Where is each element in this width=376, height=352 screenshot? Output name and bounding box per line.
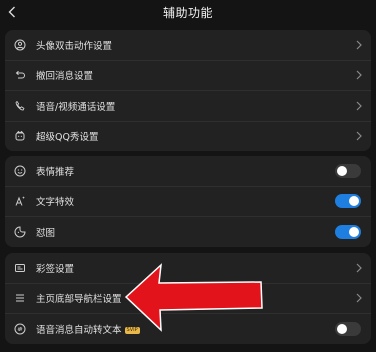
row-super-qq-show[interactable]: 超级QQ秀设置: [5, 120, 371, 152]
row-label: 语音消息自动转文本 SVIP: [36, 324, 140, 336]
row-color-tag[interactable]: 彩签设置: [5, 253, 371, 283]
chevron-right-icon: [356, 40, 362, 50]
text-effect-icon: [13, 194, 27, 208]
row-label: 头像双击动作设置: [36, 40, 113, 52]
qq-show-icon: [13, 129, 27, 143]
chevron-right-icon: [356, 293, 362, 303]
row-label: 文字特效: [36, 197, 75, 209]
settings-group-3: 彩签设置 主页底部导航栏设置 语音消息自动转文本 SVIP: [5, 253, 371, 344]
settings-group-2: 表情推荐 文字特效 怼图: [5, 156, 371, 247]
row-label: 撤回消息设置: [36, 71, 94, 83]
row-label: 怼图: [36, 227, 56, 239]
row-label: 超级QQ秀设置: [36, 132, 99, 144]
sticker-toggle[interactable]: [335, 224, 361, 239]
row-label: 彩签设置: [36, 263, 75, 275]
undo-icon: [13, 68, 27, 82]
chevron-right-icon: [356, 101, 362, 111]
voice-to-text-toggle[interactable]: [335, 321, 361, 336]
user-circle-icon: [13, 38, 27, 52]
row-emoji-recommend: 表情推荐: [5, 156, 371, 186]
chevron-right-icon: [356, 263, 362, 273]
row-avatar-double-tap[interactable]: 头像双击动作设置: [5, 30, 371, 60]
chevron-left-icon: [8, 6, 15, 18]
row-bottom-nav-settings[interactable]: 主页底部导航栏设置: [5, 282, 371, 314]
row-label: 表情推荐: [36, 166, 75, 178]
page-title: 辅助功能: [162, 5, 213, 20]
svip-badge: SVIP: [124, 326, 140, 334]
phone-icon: [13, 99, 27, 113]
tag-card-icon: [13, 261, 27, 275]
voice-convert-icon: [13, 322, 27, 336]
row-label: 主页底部导航栏设置: [36, 294, 122, 306]
row-voice-to-text: 语音消息自动转文本 SVIP: [5, 313, 371, 344]
settings-group-1: 头像双击动作设置 撤回消息设置 语音/视频通话设置 超级QQ秀设置: [5, 30, 371, 151]
row-label: 语音/视频通话设置: [36, 101, 116, 113]
back-button[interactable]: [4, 2, 20, 22]
row-text-effects: 文字特效: [5, 185, 371, 217]
emoji-recommend-toggle[interactable]: [335, 163, 361, 178]
row-sticker: 怼图: [5, 216, 371, 247]
navigation-bar: 辅助功能: [0, 0, 376, 24]
chevron-right-icon: [356, 70, 362, 80]
row-recall-message[interactable]: 撤回消息设置: [5, 59, 371, 91]
emoji-icon: [13, 164, 27, 178]
row-call-settings[interactable]: 语音/视频通话设置: [5, 90, 371, 121]
menu-lines-icon: [13, 291, 27, 305]
chevron-right-icon: [356, 131, 362, 141]
text-effects-toggle[interactable]: [335, 194, 361, 209]
sticker-icon: [13, 225, 27, 239]
